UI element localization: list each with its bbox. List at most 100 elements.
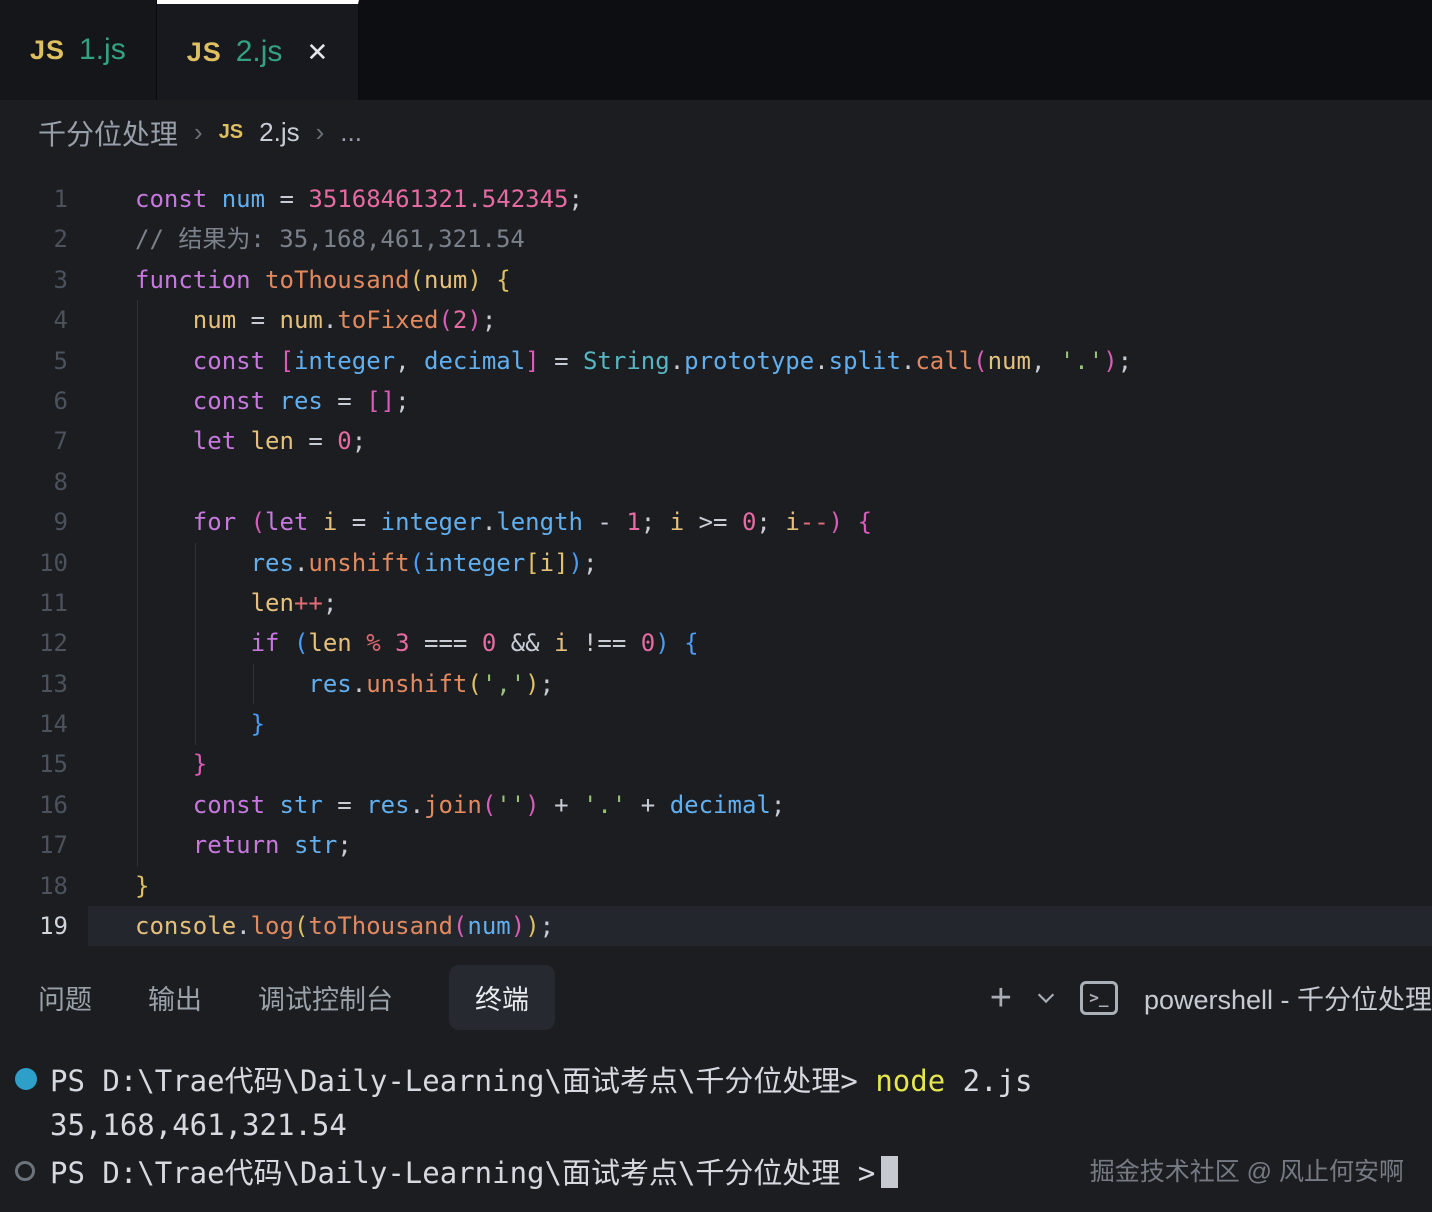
code-token (135, 750, 193, 778)
code-token: prototype (684, 347, 814, 375)
code-line[interactable]: 18} (0, 866, 1432, 906)
code-token: . (410, 791, 424, 819)
line-number: 6 (0, 381, 98, 421)
code-token: ; (482, 306, 496, 334)
close-icon[interactable]: ✕ (306, 37, 328, 68)
code-text: for (let i = integer.length - 1; i >= 0;… (98, 502, 872, 542)
code-token: !== (583, 629, 641, 657)
tab-label: 2.js (236, 35, 283, 69)
code-token: function (135, 266, 265, 294)
code-line[interactable]: 1const num = 35168461321.542345; (0, 179, 1432, 219)
code-line[interactable]: 14 } (0, 704, 1432, 744)
code-token: 1 (626, 508, 640, 536)
code-token: console (135, 912, 236, 940)
code-token (135, 387, 193, 415)
chevron-down-icon[interactable] (1038, 986, 1054, 1002)
code-token: } (251, 710, 265, 738)
code-token: res (280, 387, 338, 415)
code-token: = (540, 347, 583, 375)
code-token: ; (771, 791, 785, 819)
code-token: % (366, 629, 395, 657)
code-token: ) (525, 912, 539, 940)
code-token: = (280, 185, 309, 213)
code-line[interactable]: 16 const str = res.join('') + '.' + deci… (0, 785, 1432, 825)
code-line[interactable]: 12 if (len % 3 === 0 && i !== 0) { (0, 623, 1432, 663)
tab-2js[interactable]: JS 2.js ✕ (157, 0, 360, 100)
code-token (135, 791, 193, 819)
code-token: length (496, 508, 583, 536)
breadcrumb-more[interactable]: ... (340, 117, 362, 148)
code-token (135, 629, 251, 657)
shell-session-label[interactable]: powershell - 千分位处理 (1144, 978, 1432, 1017)
code-token: let (265, 508, 323, 536)
code-line[interactable]: 7 let len = 0; (0, 421, 1432, 461)
code-token: - (583, 508, 626, 536)
code-token: PS D:\Trae代码\Daily-Learning\面试考点\千分位处理> (50, 1064, 875, 1098)
code-text: console.log(toThousand(num)); (98, 906, 554, 946)
code-line[interactable]: 5 const [integer, decimal] = String.prot… (0, 341, 1432, 381)
line-number: 7 (0, 421, 98, 461)
code-token: ; (540, 670, 554, 698)
line-number: 15 (0, 744, 98, 784)
tab-label: 1.js (79, 33, 126, 67)
breadcrumb-file[interactable]: 2.js (259, 117, 299, 148)
code-token: num (467, 912, 510, 940)
code-token: 0 (337, 427, 351, 455)
panel-tab[interactable]: 问题 (38, 978, 92, 1017)
code-token: + (626, 791, 669, 819)
code-token: . (294, 549, 308, 577)
command-status-column (0, 1068, 50, 1090)
code-line[interactable]: 11 len++; (0, 583, 1432, 623)
code-text: const num = 35168461321.542345; (98, 179, 583, 219)
line-number: 3 (0, 260, 98, 300)
code-token: -- (800, 508, 829, 536)
code-token: let (193, 427, 251, 455)
code-line[interactable]: 2// 结果为: 35,168,461,321.54 (0, 219, 1432, 259)
editor-tab-strip: JS 1.js JS 2.js ✕ (0, 0, 1432, 100)
panel-tab[interactable]: 调试控制台 (258, 978, 393, 1017)
code-line[interactable]: 9 for (let i = integer.length - 1; i >= … (0, 502, 1432, 542)
code-line[interactable]: 4 num = num.toFixed(2); (0, 300, 1432, 340)
line-number: 2 (0, 219, 98, 259)
panel-tab[interactable]: 终端 (449, 965, 555, 1030)
code-line[interactable]: 19console.log(toThousand(num)); (0, 906, 1432, 946)
breadcrumb-folder[interactable]: 千分位处理 (38, 113, 178, 153)
code-token: && (511, 629, 554, 657)
code-token (670, 629, 684, 657)
code-line[interactable]: 17 return str; (0, 825, 1432, 865)
code-token: ] (525, 347, 539, 375)
tab-1js[interactable]: JS 1.js (0, 0, 157, 100)
line-number: 19 (0, 906, 98, 946)
panel-tab[interactable]: 输出 (148, 978, 202, 1017)
code-editor[interactable]: 1const num = 35168461321.542345;2// 结果为:… (0, 165, 1432, 955)
code-token: ; (323, 589, 337, 617)
code-line[interactable]: 15 } (0, 744, 1432, 784)
code-token: . (814, 347, 828, 375)
code-token (135, 589, 251, 617)
code-token: toThousand (308, 912, 453, 940)
code-token: res (308, 670, 351, 698)
code-line[interactable]: 13 res.unshift(','); (0, 664, 1432, 704)
code-token: const (193, 387, 280, 415)
code-token: ( (410, 549, 424, 577)
chevron-right-icon: › (194, 117, 203, 148)
new-terminal-plus-icon[interactable]: + (990, 979, 1012, 1017)
code-token: ) (829, 508, 843, 536)
code-token: ',' (482, 670, 525, 698)
code-token: ( (410, 266, 424, 294)
line-number: 9 (0, 502, 98, 542)
code-token: for (193, 508, 251, 536)
code-token: ; (569, 185, 583, 213)
code-line[interactable]: 8 (0, 462, 1432, 502)
code-line[interactable]: 3function toThousand(num) { (0, 260, 1432, 300)
terminal-icon: >_ (1080, 981, 1118, 1015)
code-token (135, 831, 193, 859)
code-token: ; (583, 549, 597, 577)
code-text: const str = res.join('') + '.' + decimal… (98, 785, 785, 825)
command-status-column (0, 1161, 50, 1181)
code-line[interactable]: 6 const res = []; (0, 381, 1432, 421)
code-line[interactable]: 10 res.unshift(integer[i]); (0, 543, 1432, 583)
code-token: ) (525, 791, 539, 819)
panel-actions: + >_ powershell - 千分位处理 (990, 955, 1432, 1040)
code-token: ( (482, 791, 496, 819)
